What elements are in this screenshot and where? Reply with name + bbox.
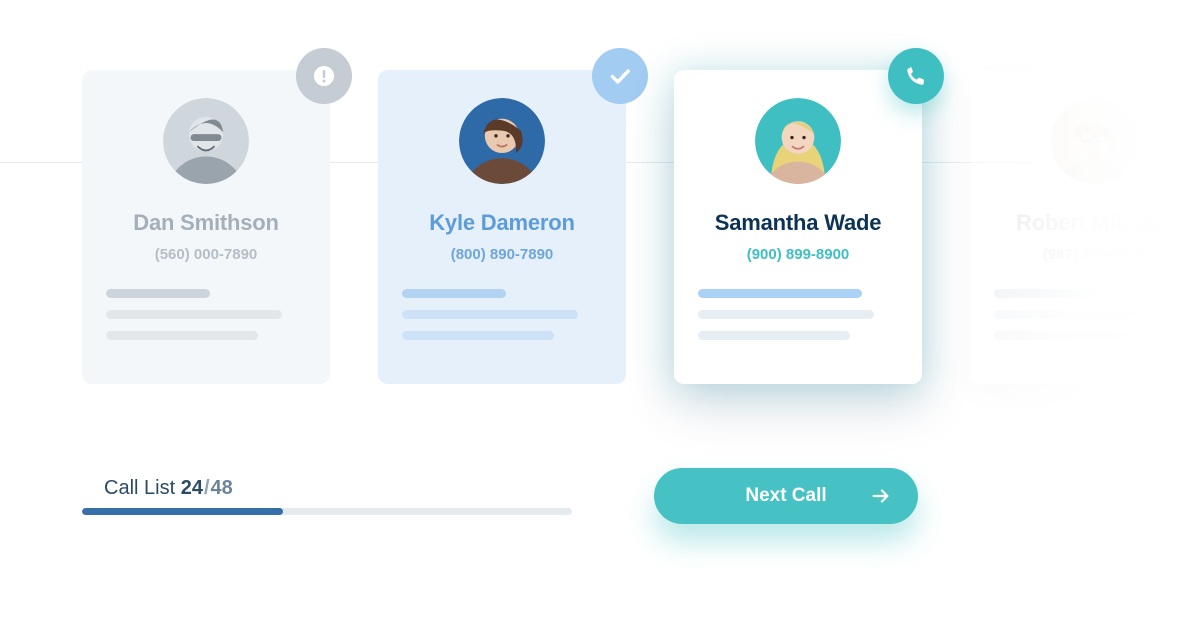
- contact-details-placeholder: [400, 289, 604, 340]
- contact-details-placeholder: [104, 289, 308, 340]
- next-call-label: Next Call: [745, 485, 826, 507]
- call-card-active[interactable]: Samantha Wade (900) 899-8900: [674, 70, 922, 384]
- call-card-upcoming[interactable]: Robert Milligan (987) 499-8900: [970, 70, 1200, 384]
- call-list-progress: Call List 24/48: [82, 477, 572, 515]
- contact-phone: (987) 499-8900: [1043, 246, 1146, 263]
- check-icon: [592, 48, 648, 104]
- avatar: [755, 98, 841, 184]
- progress-label: Call List 24/48: [104, 477, 572, 500]
- avatar: [1051, 98, 1137, 184]
- contact-name: Robert Milligan: [1016, 210, 1172, 236]
- call-card[interactable]: Dan Smithson (560) 000-7890: [82, 70, 330, 384]
- avatar: [163, 98, 249, 184]
- alert-icon: [296, 48, 352, 104]
- contact-phone: (800) 890-7890: [451, 246, 554, 263]
- progress-track: [82, 508, 572, 515]
- call-card[interactable]: Kyle Dameron (800) 890-7890: [378, 70, 626, 384]
- contact-name: Dan Smithson: [133, 210, 279, 236]
- contact-details-placeholder: [696, 289, 900, 340]
- progress-fill: [82, 508, 283, 515]
- arrow-right-icon: [870, 485, 892, 507]
- avatar: [459, 98, 545, 184]
- contact-phone: (560) 000-7890: [155, 246, 258, 263]
- contact-details-placeholder: [992, 289, 1196, 340]
- contact-phone: (900) 899-8900: [747, 246, 850, 263]
- contact-name: Samantha Wade: [715, 210, 882, 236]
- contact-name: Kyle Dameron: [429, 210, 575, 236]
- next-call-button[interactable]: Next Call: [654, 468, 918, 524]
- phone-icon: [888, 48, 944, 104]
- call-cards-row: Dan Smithson (560) 000-7890: [82, 70, 1200, 384]
